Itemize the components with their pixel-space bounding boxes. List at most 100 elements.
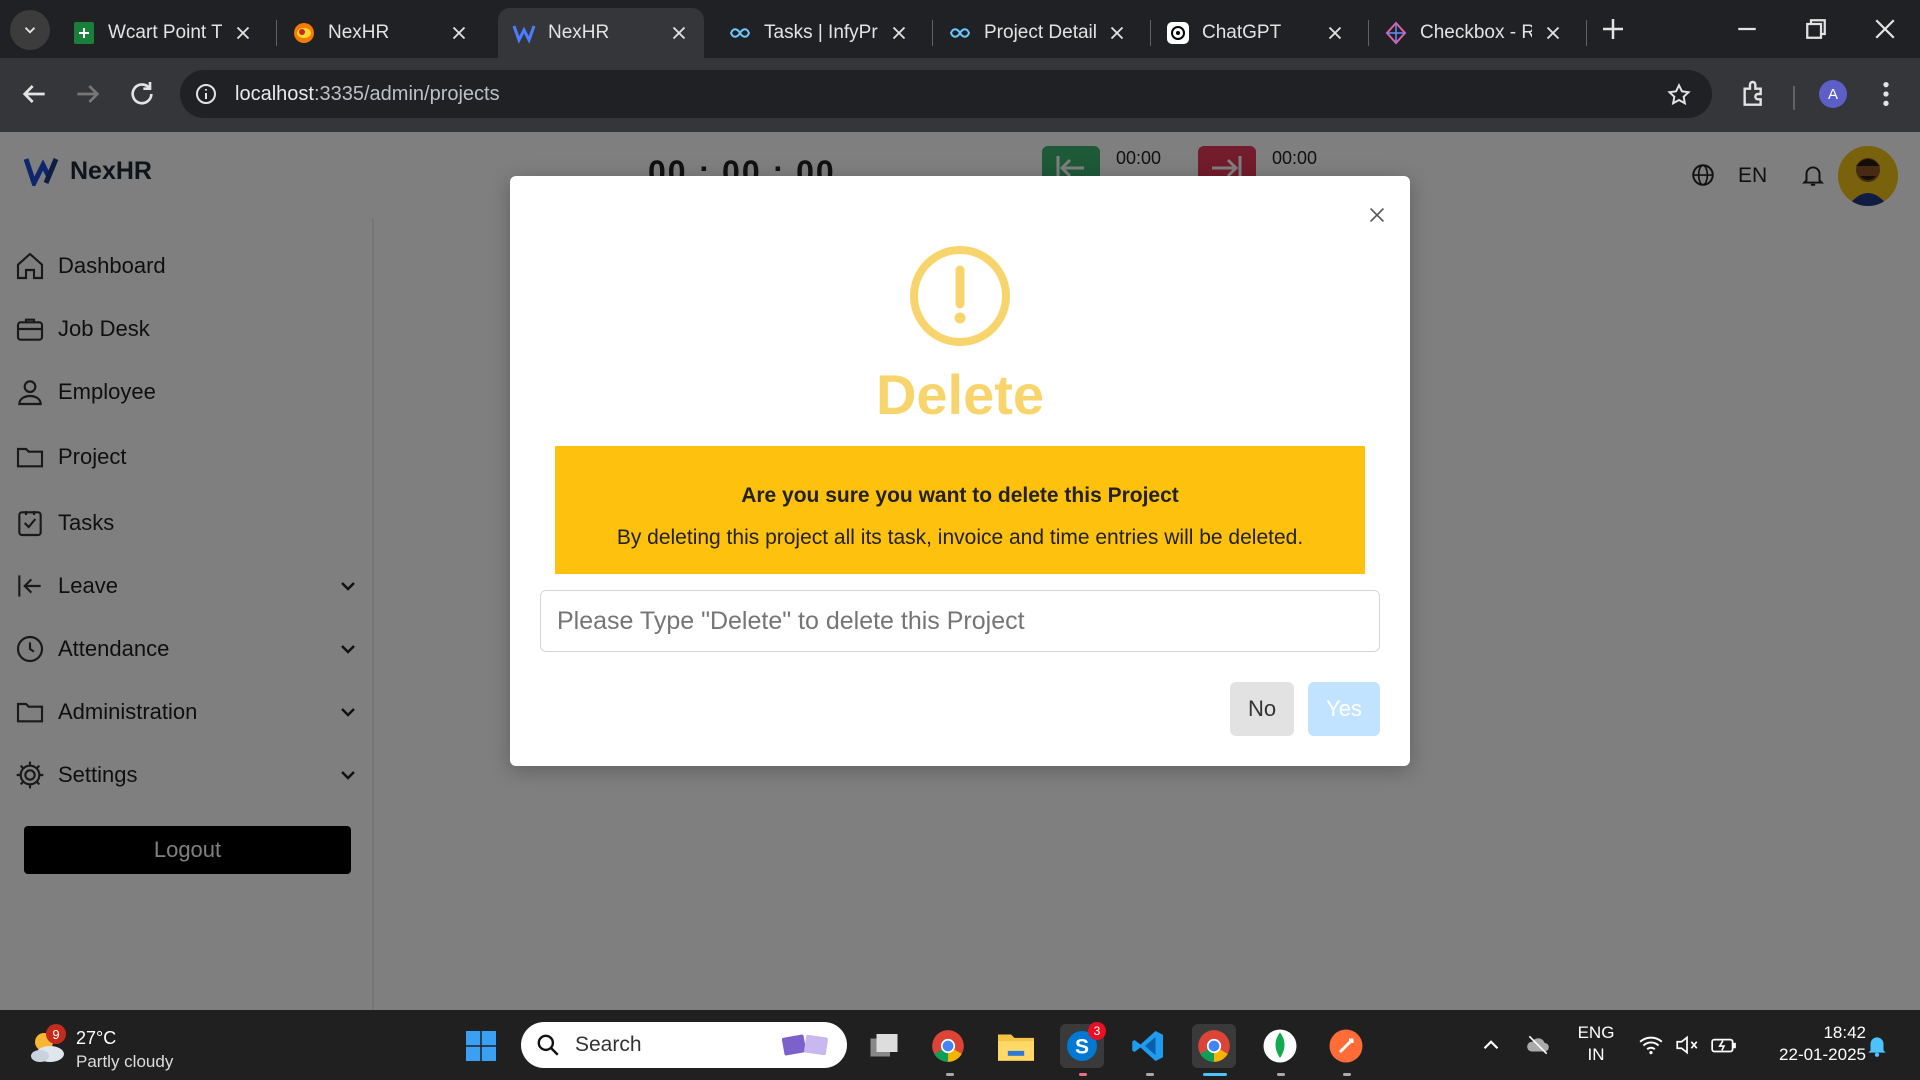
speaker-muted-icon[interactable] — [1674, 1032, 1700, 1058]
tab-separator — [276, 20, 277, 46]
task-view-icon — [870, 1034, 898, 1057]
search-icon — [537, 1034, 559, 1056]
search-highlight-icon — [781, 1034, 828, 1056]
extensions-puzzle-icon[interactable] — [1738, 78, 1770, 110]
chrome-profile-app[interactable] — [1192, 1024, 1236, 1068]
vscode-icon — [1132, 1031, 1163, 1061]
close-icon[interactable] — [448, 22, 470, 44]
close-icon[interactable] — [1366, 204, 1388, 226]
chatgpt-icon — [1167, 22, 1189, 44]
sheets-icon — [74, 22, 94, 44]
tab-separator — [932, 20, 933, 46]
tab-title: ChatGPT — [1202, 22, 1282, 43]
browser-tab[interactable]: Project Details — [934, 8, 1142, 58]
back-arrow-icon[interactable] — [18, 78, 50, 110]
new-tab-plus-icon[interactable] — [1598, 14, 1628, 44]
checkbox-icon — [1385, 21, 1407, 45]
windows-taskbar: 9 27°C Partly cloudy Search S 3 ENG IN 1… — [0, 1010, 1920, 1080]
browser-tab[interactable]: Wcart Point Tr — [58, 8, 268, 58]
warning-text: By deleting this project all its task, i… — [616, 526, 1304, 549]
chrome-icon — [932, 1030, 964, 1062]
weather-widget[interactable]: 9 27°C Partly cloudy — [26, 1022, 226, 1072]
warning-heading: Are you sure you want to delete this Pro… — [741, 484, 1179, 507]
taskbar-search[interactable]: Search — [521, 1022, 847, 1068]
search-label: Search — [575, 1033, 642, 1056]
active-indicator — [1203, 1073, 1227, 1076]
start-button[interactable] — [459, 1024, 503, 1068]
folder-icon — [998, 1034, 1034, 1061]
warning-banner: Are you sure you want to delete this Pro… — [555, 446, 1365, 574]
wifi-icon[interactable] — [1638, 1032, 1664, 1058]
onedrive-offline-icon[interactable] — [1524, 1032, 1552, 1058]
file-explorer-app[interactable] — [994, 1024, 1038, 1068]
forward-arrow-icon[interactable] — [72, 78, 104, 110]
restore-icon[interactable] — [1801, 14, 1831, 44]
browser-tab[interactable]: NexHR — [278, 8, 484, 58]
tab-separator — [1586, 20, 1587, 46]
weather-condition: Partly cloudy — [76, 1052, 174, 1071]
postman-app[interactable] — [1324, 1024, 1368, 1068]
close-icon[interactable] — [232, 22, 254, 44]
mongodb-compass-app[interactable] — [1258, 1024, 1302, 1068]
system-clock[interactable]: 18:42 22-01-2025 — [1756, 1022, 1866, 1066]
browser-toolbar: localhost:3335/admin/projects A — [0, 58, 1920, 132]
tab-title: NexHR — [548, 22, 610, 43]
windows-logo-icon — [466, 1031, 496, 1061]
tab-search-button[interactable] — [10, 10, 50, 50]
delete-confirmation-input[interactable] — [540, 590, 1380, 652]
tab-title: NexHR — [328, 22, 390, 43]
close-icon[interactable] — [1542, 22, 1564, 44]
close-icon[interactable] — [1106, 22, 1128, 44]
language-code: ENG — [1577, 1023, 1615, 1042]
close-icon[interactable] — [1324, 22, 1346, 44]
nexhr-icon — [512, 25, 536, 44]
skype-badge: 3 — [1088, 1022, 1106, 1040]
no-button[interactable]: No — [1230, 682, 1294, 736]
weather-badge: 9 — [46, 1024, 66, 1044]
tab-separator — [1368, 20, 1369, 46]
infy-icon — [949, 28, 971, 38]
profile-avatar[interactable]: A — [1819, 80, 1847, 108]
notification-bell-icon[interactable] — [1864, 1032, 1890, 1058]
address-bar[interactable]: localhost:3335/admin/projects — [180, 70, 1712, 118]
browser-tab[interactable]: Checkbox - Re — [1370, 8, 1578, 58]
battery-charging-icon[interactable] — [1710, 1032, 1738, 1058]
site-info-icon[interactable] — [194, 82, 218, 106]
tab-title: Project Details — [984, 22, 1096, 43]
nexhr-alt-icon — [294, 23, 314, 43]
chevron-up-icon[interactable] — [1478, 1032, 1504, 1058]
running-indicator — [1277, 1073, 1285, 1076]
yes-button[interactable]: Yes — [1308, 682, 1380, 736]
toolbar-separator — [1793, 86, 1795, 110]
browser-tab[interactable]: ChatGPT — [1152, 8, 1360, 58]
clock-date: 22-01-2025 — [1779, 1045, 1866, 1064]
chrome-app[interactable] — [926, 1024, 970, 1068]
reload-icon[interactable] — [126, 78, 158, 110]
modal-title: Delete — [875, 363, 1045, 426]
minimize-icon[interactable] — [1732, 14, 1762, 44]
tab-title: Checkbox - Re — [1420, 22, 1532, 43]
running-indicator — [946, 1073, 954, 1076]
browser-tab-active[interactable]: NexHR — [498, 8, 704, 58]
delete-project-modal: Delete Are you sure you want to delete t… — [510, 176, 1410, 766]
task-view-button[interactable] — [862, 1024, 906, 1068]
mongodb-leaf-icon — [1263, 1029, 1297, 1063]
bookmark-star-icon[interactable] — [1666, 82, 1692, 108]
kebab-menu-icon[interactable] — [1870, 78, 1902, 110]
close-icon[interactable] — [888, 22, 910, 44]
running-indicator — [1146, 1073, 1154, 1076]
clock-time: 18:42 — [1823, 1023, 1866, 1042]
warning-exclamation-icon — [910, 246, 1010, 346]
vscode-app[interactable] — [1126, 1024, 1170, 1068]
url-text: localhost:3335/admin/projects — [235, 83, 500, 106]
running-indicator — [1343, 1073, 1351, 1076]
input-language-indicator[interactable]: ENG IN — [1574, 1022, 1618, 1066]
region-code: IN — [1587, 1045, 1605, 1064]
chrome-icon — [1198, 1030, 1230, 1062]
browser-tab[interactable]: Tasks | InfyPro — [714, 8, 924, 58]
tab-title: Tasks | InfyPro — [764, 22, 878, 43]
window-close-icon[interactable] — [1870, 14, 1900, 44]
skype-app[interactable]: S 3 — [1060, 1022, 1106, 1068]
close-icon[interactable] — [668, 22, 690, 44]
postman-icon — [1329, 1029, 1363, 1063]
